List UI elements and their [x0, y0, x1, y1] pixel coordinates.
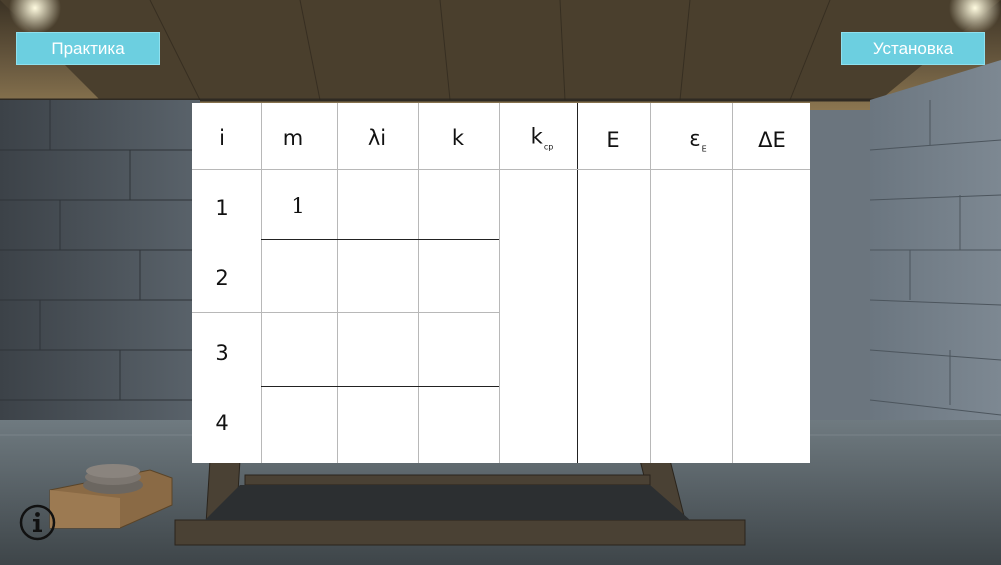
- info-icon[interactable]: [19, 504, 56, 541]
- cell-m[interactable]: 1: [291, 194, 304, 218]
- header-k-avg: kср: [530, 124, 554, 152]
- row-index: 4: [215, 411, 229, 435]
- table-gridline: [650, 103, 651, 463]
- header-E: E: [606, 128, 620, 152]
- row-index: 1: [215, 196, 229, 220]
- table-gridline: [261, 386, 499, 387]
- table-gridline: [261, 239, 499, 240]
- row-index: 2: [215, 266, 229, 290]
- setup-button[interactable]: Установка: [841, 32, 985, 65]
- table-gridline: [418, 103, 419, 463]
- header-m: m: [282, 126, 304, 150]
- row-index: 3: [215, 341, 229, 365]
- table-gridline: [732, 103, 733, 463]
- table-gridline: [499, 103, 500, 463]
- table-gridline: [261, 103, 262, 463]
- header-delta-E: ΔE: [758, 128, 786, 152]
- table-gridline: [337, 103, 338, 463]
- table-gridline: [192, 169, 810, 170]
- header-i: i: [219, 126, 225, 150]
- header-lambda: λi: [367, 126, 387, 150]
- header-epsilon-E: εE: [689, 126, 707, 154]
- table-gridline: [577, 103, 578, 463]
- header-k: k: [451, 126, 465, 150]
- table-gridline: [192, 312, 499, 313]
- practice-button[interactable]: Практика: [16, 32, 160, 65]
- measurement-table: i m λi k kср E εE ΔE 1 2 3 4 1: [192, 103, 810, 463]
